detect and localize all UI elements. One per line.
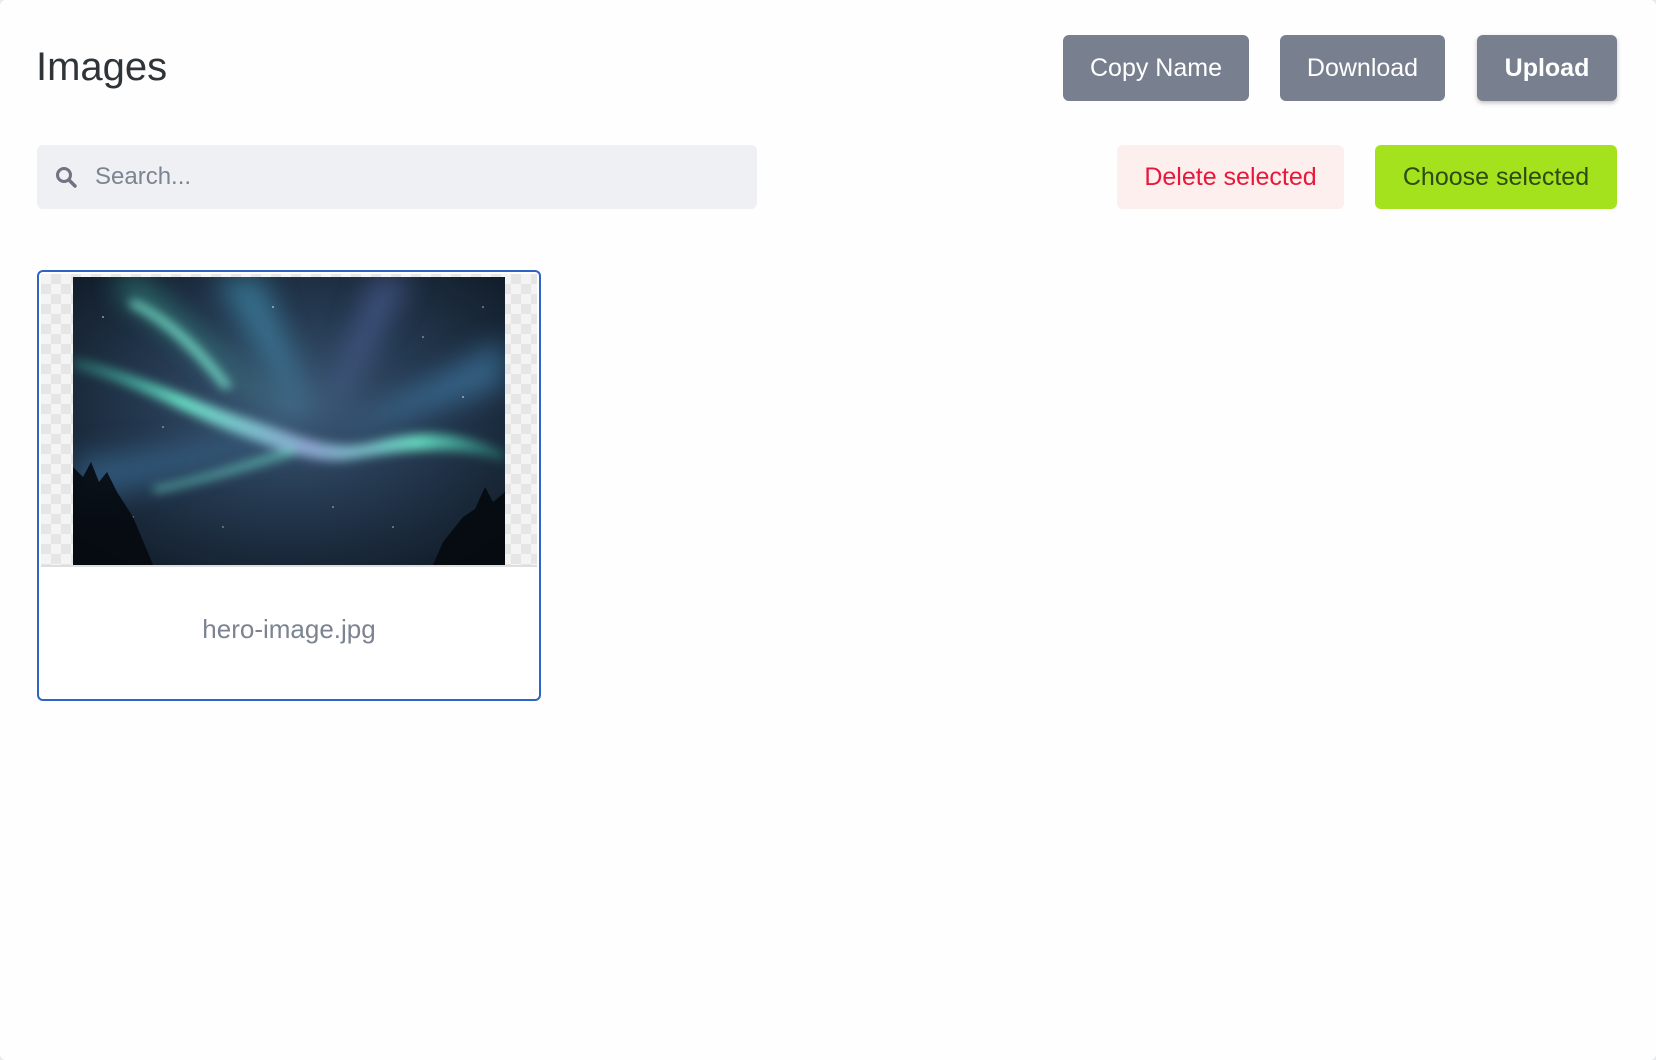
image-card[interactable]: hero-image.jpg: [37, 270, 541, 701]
search-box[interactable]: [37, 145, 757, 209]
download-button[interactable]: Download: [1280, 35, 1445, 101]
copy-name-button[interactable]: Copy Name: [1063, 35, 1249, 101]
search-icon: [53, 164, 79, 190]
page-title: Images: [36, 45, 168, 89]
image-filename: hero-image.jpg: [202, 614, 376, 644]
choose-selected-button[interactable]: Choose selected: [1375, 145, 1617, 209]
image-thumbnail: [41, 274, 537, 567]
image-manager-dialog: Images Copy Name Download Upload Delete …: [0, 0, 1656, 1060]
delete-selected-button[interactable]: Delete selected: [1117, 145, 1344, 209]
aurora-image: [73, 277, 505, 565]
search-input[interactable]: [95, 157, 735, 197]
upload-button[interactable]: Upload: [1477, 35, 1617, 101]
